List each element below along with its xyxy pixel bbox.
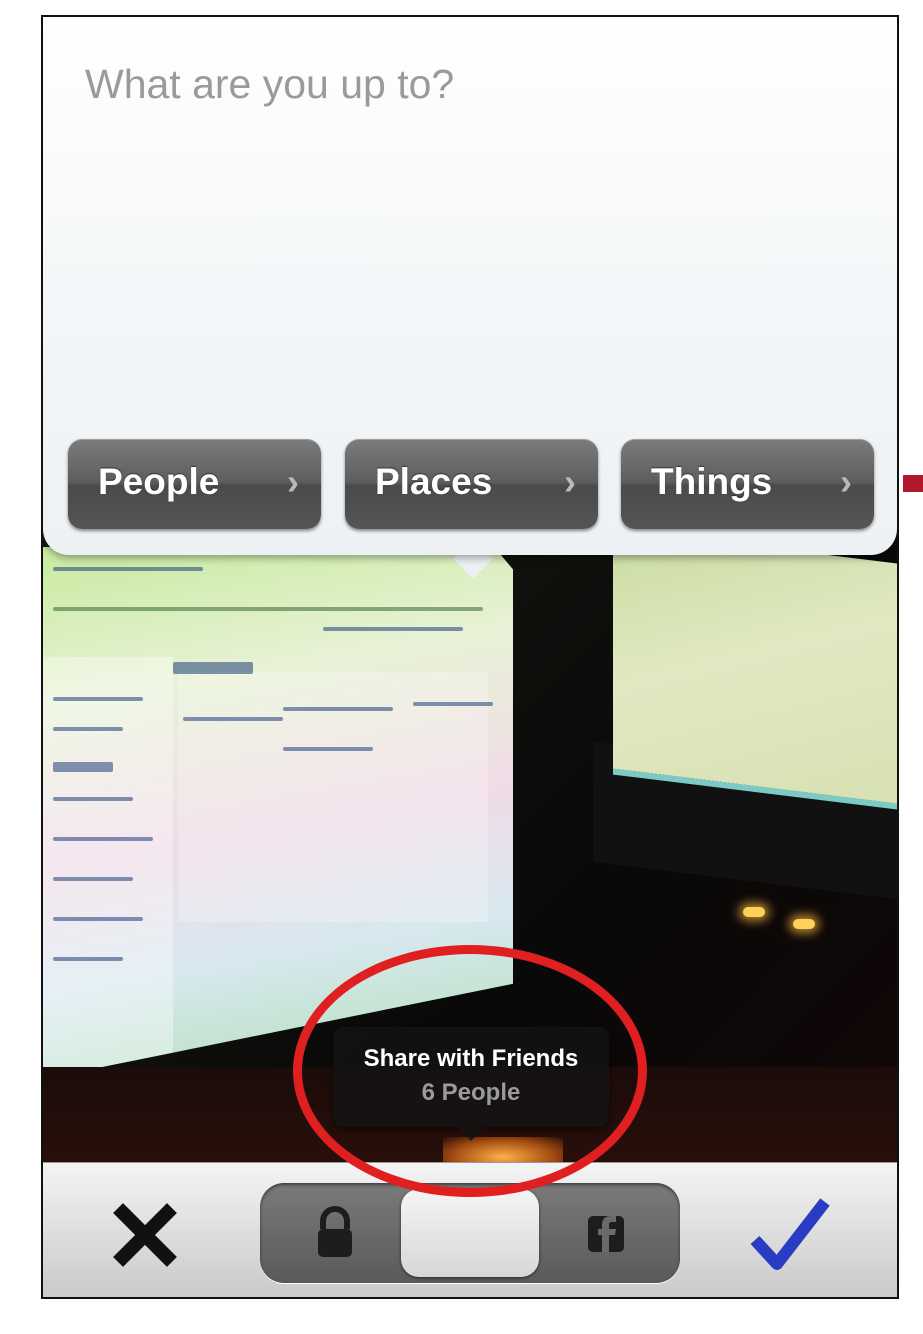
photo-detail <box>323 627 463 631</box>
photo-laptop <box>613 528 897 806</box>
privacy-selector <box>260 1183 680 1283</box>
photo-detail <box>53 957 123 961</box>
chevron-right-icon: › <box>564 461 576 502</box>
places-button[interactable]: Places › <box>345 439 598 529</box>
annotation-marker <box>903 475 923 492</box>
photo-detail <box>413 702 493 706</box>
photo-detail <box>53 762 113 772</box>
photo-detail <box>53 877 133 881</box>
photo-detail <box>53 917 143 921</box>
people-button[interactable]: People › <box>68 439 321 529</box>
chevron-right-icon: › <box>840 461 852 502</box>
status-input[interactable] <box>83 59 847 153</box>
photo-detail <box>173 662 253 674</box>
photo-detail <box>53 837 153 841</box>
photo-detail <box>183 717 283 721</box>
things-label: Things <box>651 461 773 502</box>
people-label: People <box>98 461 220 502</box>
photo-detail <box>53 797 133 801</box>
places-label: Places <box>375 461 493 502</box>
photo-detail <box>53 607 483 611</box>
photo-detail <box>53 697 143 701</box>
lock-icon <box>318 1206 352 1257</box>
private-segment[interactable] <box>266 1189 404 1277</box>
photo-light <box>743 907 765 917</box>
post-button[interactable] <box>743 1188 833 1278</box>
composer-panel: People › Places › Things › <box>43 17 897 555</box>
photo-light <box>793 919 815 929</box>
checkmark-icon <box>750 1198 830 1270</box>
photo-detail <box>283 707 393 711</box>
photo-detail <box>283 747 373 751</box>
annotation-ellipse <box>293 945 647 1197</box>
friends-segment[interactable] <box>401 1189 539 1277</box>
photo-detail <box>43 657 173 1077</box>
tag-buttons: People › Places › Things › <box>68 439 876 529</box>
cancel-button[interactable] <box>103 1193 187 1277</box>
photo-detail <box>53 727 123 731</box>
facebook-icon <box>588 1216 624 1252</box>
facebook-segment[interactable] <box>536 1189 674 1277</box>
close-icon <box>113 1203 177 1267</box>
things-button[interactable]: Things › <box>621 439 874 529</box>
photo-detail <box>53 567 203 571</box>
chevron-right-icon: › <box>287 461 299 502</box>
